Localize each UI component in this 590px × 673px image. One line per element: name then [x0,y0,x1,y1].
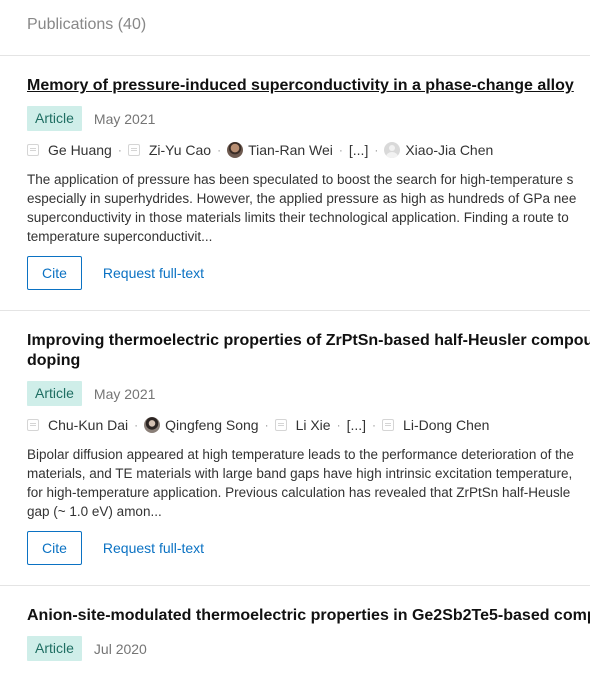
author-placeholder-icon [127,144,140,156]
author-name: Qingfeng Song [165,417,259,433]
request-full-text-link[interactable]: Request full-text [103,265,204,281]
author-name: Li-Dong Chen [403,417,490,433]
author-name: Tian-Ran Wei [248,142,333,158]
abstract-line: The application of pressure has been spe… [27,172,574,187]
abstract-line: for high-temperature application. Previo… [27,485,571,500]
publication-title-link[interactable]: Anion-site-modulated thermoelectric prop… [27,606,590,626]
author-link[interactable]: Zi-Yu Cao [127,142,212,158]
author-link[interactable]: Li Xie [274,417,331,433]
author-link[interactable]: Qingfeng Song [144,417,259,433]
publication-abstract: Bipolar diffusion appeared at high tempe… [27,445,590,521]
author-name: Zi-Yu Cao [148,142,212,158]
author-placeholder-icon [382,419,395,431]
cite-button[interactable]: Cite [27,531,82,565]
publications-header: Publications (40) [0,0,590,56]
abstract-line: materials, and TE materials with large b… [27,466,573,481]
author-list: Ge Huang · Zi-Yu Cao · Tian-Ran Wei · [.… [27,140,590,160]
abstract-line: Bipolar diffusion appeared at high tempe… [27,447,574,462]
publication-date: Jul 2020 [93,640,147,657]
separator-dot: · [117,143,122,157]
author-name: Li Xie [295,417,331,433]
abstract-line: superconductivity in those materials lim… [27,210,569,225]
separator-dot: · [217,143,222,157]
publication-meta: Article Jul 2020 [27,636,590,661]
publication-date: May 2021 [93,110,156,127]
separator-dot: · [338,143,343,157]
abstract-line: temperature superconductivit... [27,229,213,244]
separator-dot: · [336,418,341,432]
more-authors-toggle[interactable]: [...] [347,417,366,433]
author-avatar-icon [227,142,244,158]
author-placeholder-icon [27,419,39,431]
author-name: Chu-Kun Dai [48,417,129,433]
author-link[interactable]: Xiao-Jia Chen [384,142,493,158]
author-placeholder-icon [27,144,39,156]
author-link[interactable]: Tian-Ran Wei [227,142,333,158]
article-type-badge: Article [27,636,82,661]
separator-dot: · [372,418,377,432]
publication-item: Improving thermoelectric properties of Z… [0,311,590,586]
more-authors-toggle[interactable]: [...] [349,142,368,158]
abstract-line: especially in superhydrides. However, th… [27,191,577,206]
publication-meta: Article May 2021 [27,106,590,131]
author-link[interactable]: Ge Huang [27,142,112,158]
author-name: Xiao-Jia Chen [405,142,494,158]
publication-meta: Article May 2021 [27,381,590,406]
publications-count-heading: Publications (40) [27,16,147,33]
publication-title-link[interactable]: Memory of pressure-induced superconducti… [27,76,590,96]
request-full-text-link[interactable]: Request full-text [103,540,204,556]
article-type-badge: Article [27,106,82,131]
separator-dot: · [374,143,379,157]
publication-actions: Cite Request full-text [27,256,590,290]
author-link[interactable]: Li-Dong Chen [382,417,489,433]
cite-button[interactable]: Cite [27,256,82,290]
separator-dot: · [264,418,269,432]
publication-title-link[interactable]: Improving thermoelectric properties of Z… [27,331,590,371]
abstract-line: gap (~ 1.0 eV) amon... [27,504,162,519]
publication-abstract: The application of pressure has been spe… [27,170,590,246]
publication-date: May 2021 [93,385,156,402]
separator-dot: · [134,418,139,432]
author-link[interactable]: Chu-Kun Dai [27,417,128,433]
author-avatar-icon [144,417,161,433]
publication-item: Memory of pressure-induced superconducti… [0,56,590,311]
default-avatar-icon [384,142,401,158]
publication-item: Anion-site-modulated thermoelectric prop… [0,586,590,661]
author-placeholder-icon [274,419,287,431]
author-name: Ge Huang [48,142,112,158]
article-type-badge: Article [27,381,82,406]
publication-actions: Cite Request full-text [27,531,590,565]
author-list: Chu-Kun Dai · Qingfeng Song · Li Xie · [… [27,415,590,435]
